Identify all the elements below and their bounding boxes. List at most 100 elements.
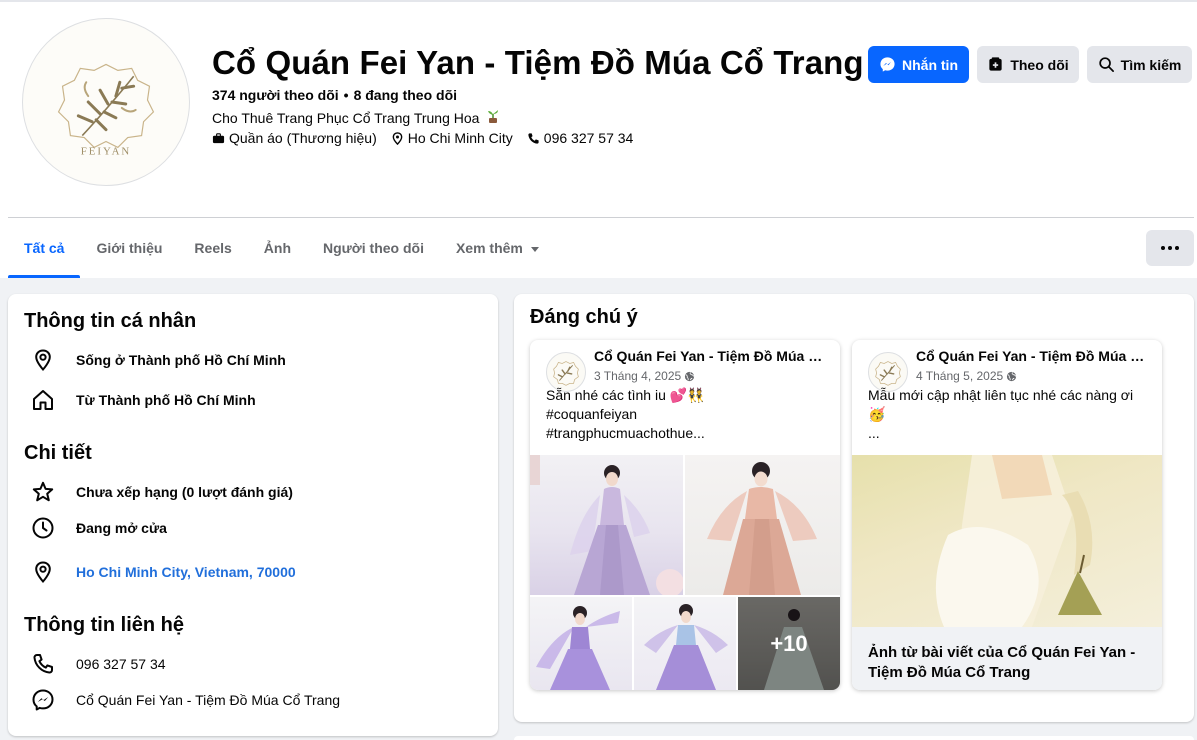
rating-text: Chưa xếp hạng (0 lượt đánh giá) bbox=[76, 484, 293, 500]
phone-icon bbox=[30, 651, 56, 677]
post-line: 🥳 bbox=[868, 406, 886, 422]
post-photo[interactable] bbox=[530, 455, 683, 595]
contact-phone-row: 096 327 57 34 bbox=[30, 651, 166, 677]
page-avatar[interactable]: FEIYAN bbox=[22, 18, 190, 186]
more-options-button[interactable] bbox=[1146, 230, 1194, 266]
post-hashtag[interactable]: #coquanfeiyan bbox=[546, 405, 828, 424]
globe-icon bbox=[685, 371, 695, 381]
feiyan-logo-icon: FEIYAN bbox=[57, 63, 155, 157]
phone-icon bbox=[528, 132, 539, 144]
globe-icon bbox=[1007, 371, 1017, 381]
details-title: Chi tiết bbox=[24, 442, 92, 464]
post-photo-more[interactable]: +10 bbox=[738, 597, 840, 690]
post-photo[interactable] bbox=[852, 455, 1162, 627]
tab-label: Người theo dõi bbox=[323, 240, 424, 256]
category-text: Quần áo (Thương hiệu) bbox=[229, 130, 377, 146]
open-status-text: Đang mở cửa bbox=[76, 520, 167, 536]
contact-phone-text[interactable]: 096 327 57 34 bbox=[76, 656, 166, 672]
featured-post[interactable]: Cổ Quán Fei Yan - Tiệm Đồ Múa Cổ Trang 4… bbox=[852, 340, 1162, 690]
about-card: Thông tin cá nhân Sống ở Thành phố Hồ Ch… bbox=[8, 294, 498, 736]
from-text: Từ Thành phố Hồ Chí Minh bbox=[76, 392, 256, 408]
followers-count[interactable]: 374 người theo dõi bbox=[212, 87, 339, 103]
location-pin-icon bbox=[30, 347, 56, 373]
address-row[interactable]: Ho Chi Minh City, Vietnam, 70000 bbox=[30, 559, 296, 585]
dancer-violet-figure bbox=[644, 604, 728, 690]
post-hashtag[interactable]: #trangphucmuachothue... bbox=[546, 424, 828, 443]
contact-messenger-row: Cổ Quán Fei Yan - Tiệm Đồ Múa Cổ Trang bbox=[30, 687, 340, 713]
open-status-row: Đang mở cửa bbox=[30, 515, 167, 541]
message-button-label: Nhắn tin bbox=[902, 56, 958, 73]
lives-in-text: Sống ở Thành phố Hồ Chí Minh bbox=[76, 352, 286, 368]
address-link[interactable]: Ho Chi Minh City, Vietnam, 70000 bbox=[76, 564, 296, 580]
seedling-icon bbox=[485, 108, 501, 127]
contact-info-title: Thông tin liên hệ bbox=[24, 614, 184, 636]
tab-label: Reels bbox=[194, 240, 232, 256]
dot bbox=[1161, 246, 1165, 250]
tab-about[interactable]: Giới thiệu bbox=[80, 218, 178, 278]
tab-photos[interactable]: Ảnh bbox=[248, 218, 307, 278]
dot bbox=[1168, 246, 1172, 250]
post-line: Sẵn nhé các tình iu 💕👯 bbox=[546, 387, 705, 403]
post-date: 3 Tháng 4, 2025 bbox=[594, 369, 695, 383]
tab-label: Tất cả bbox=[24, 240, 65, 256]
home-icon bbox=[30, 387, 56, 413]
follow-icon bbox=[989, 57, 1002, 71]
star-icon bbox=[30, 479, 56, 505]
logo-text: FEIYAN bbox=[81, 145, 131, 157]
phone-item: 096 327 57 34 bbox=[527, 130, 634, 146]
following-count[interactable]: 8 đang theo dõi bbox=[354, 87, 457, 103]
briefcase-icon bbox=[212, 132, 225, 143]
featured-card: Đáng chú ý Cổ Quán Fei Yan - Tiệm Đồ Múa… bbox=[514, 294, 1194, 722]
search-icon bbox=[1098, 57, 1114, 72]
location-pin-icon bbox=[392, 131, 403, 145]
post-date-text[interactable]: 3 Tháng 4, 2025 bbox=[594, 369, 681, 383]
location-item: Ho Chi Minh City bbox=[391, 130, 513, 146]
post-photo[interactable] bbox=[685, 455, 840, 595]
contact-messenger-text[interactable]: Cổ Quán Fei Yan - Tiệm Đồ Múa Cổ Trang bbox=[76, 692, 340, 708]
tab-label: Giới thiệu bbox=[96, 240, 163, 256]
post-photo[interactable] bbox=[530, 597, 632, 690]
post-date-text[interactable]: 4 Tháng 5, 2025 bbox=[916, 369, 1003, 383]
follow-button-label: Theo dõi bbox=[1010, 56, 1069, 73]
page-header: FEIYAN Cổ Quán Fei Yan - Tiệm Đồ Múa Cổ … bbox=[0, 0, 1197, 278]
post-text: Mẫu mới cập nhật liên tục nhé các nàng ơ… bbox=[868, 386, 1150, 443]
messenger-icon bbox=[30, 687, 56, 713]
lives-in-row: Sống ở Thành phố Hồ Chí Minh bbox=[30, 347, 286, 373]
post-author[interactable]: Cổ Quán Fei Yan - Tiệm Đồ Múa Cổ Trang bbox=[916, 348, 1152, 364]
tab-reels[interactable]: Reels bbox=[178, 218, 247, 278]
featured-title: Đáng chú ý bbox=[530, 306, 638, 328]
post-footer-caption[interactable]: Ảnh từ bài viết của Cổ Quán Fei Yan - Ti… bbox=[852, 627, 1162, 690]
category-item: Quần áo (Thương hiệu) bbox=[212, 130, 377, 146]
search-button-label: Tìm kiếm bbox=[1120, 56, 1182, 73]
page-title: Cổ Quán Fei Yan - Tiệm Đồ Múa Cổ Trang bbox=[212, 44, 864, 81]
dot bbox=[1175, 246, 1179, 250]
post-line: Mẫu mới cập nhật liên tục nhé các nàng ơ… bbox=[868, 387, 1134, 403]
from-row: Từ Thành phố Hồ Chí Minh bbox=[30, 387, 256, 413]
tagline-text: Cho Thuê Trang Phục Cổ Trang Trung Hoa bbox=[212, 109, 480, 126]
search-button[interactable]: Tìm kiếm bbox=[1087, 46, 1192, 83]
tab-followers[interactable]: Người theo dõi bbox=[307, 218, 440, 278]
message-button[interactable]: Nhắn tin bbox=[868, 46, 969, 83]
dancer-yellow-figure bbox=[935, 455, 1102, 627]
caret-down-icon bbox=[530, 246, 539, 252]
dot-separator: • bbox=[343, 87, 349, 103]
next-card-edge bbox=[514, 736, 1194, 740]
profile-tabs: Tất cả Giới thiệu Reels Ảnh Người theo d… bbox=[8, 218, 555, 278]
featured-post[interactable]: Cổ Quán Fei Yan - Tiệm Đồ Múa Cổ Trang 3… bbox=[530, 340, 840, 690]
post-text: Sẵn nhé các tình iu 💕👯 #coquanfeiyan #tr… bbox=[546, 386, 828, 443]
post-see-more[interactable]: ... bbox=[868, 424, 1150, 443]
page-tagline: Cho Thuê Trang Phục Cổ Trang Trung Hoa bbox=[212, 108, 501, 127]
clock-icon bbox=[30, 515, 56, 541]
follow-button[interactable]: Theo dõi bbox=[977, 46, 1079, 83]
tab-see-more[interactable]: Xem thêm bbox=[440, 218, 555, 278]
phone-text[interactable]: 096 327 57 34 bbox=[544, 130, 634, 146]
page-meta: Quần áo (Thương hiệu) Ho Chi Minh City 0… bbox=[212, 130, 647, 146]
tab-label: Ảnh bbox=[263, 240, 291, 256]
post-author[interactable]: Cổ Quán Fei Yan - Tiệm Đồ Múa Cổ Trang bbox=[594, 348, 830, 364]
more-photos-count[interactable]: +10 bbox=[738, 597, 840, 690]
messenger-icon bbox=[880, 57, 895, 72]
post-photo[interactable] bbox=[634, 597, 736, 690]
tab-label: Xem thêm bbox=[455, 240, 523, 256]
top-divider bbox=[0, 0, 1197, 2]
tab-all[interactable]: Tất cả bbox=[8, 218, 81, 278]
